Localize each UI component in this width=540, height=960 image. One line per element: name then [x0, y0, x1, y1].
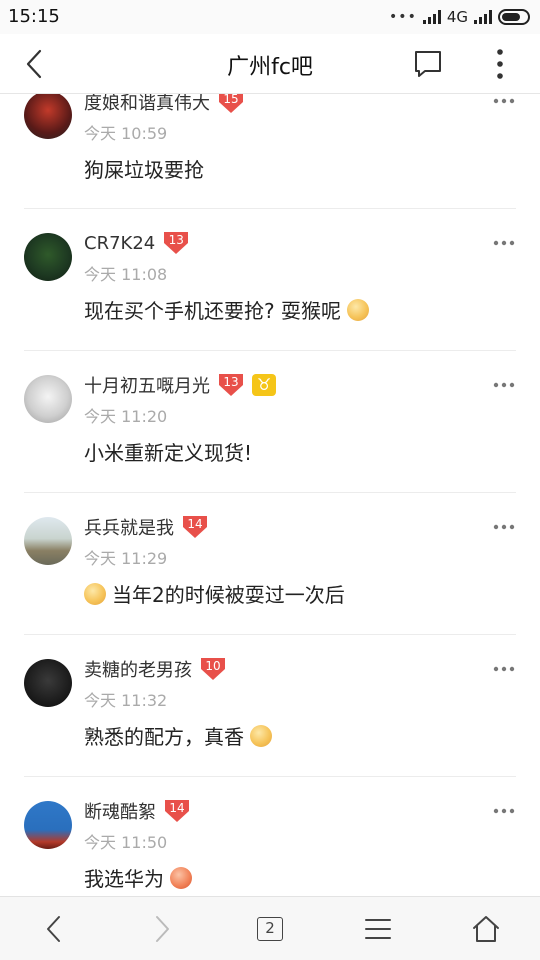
level-badge: 13	[218, 373, 244, 397]
username[interactable]: 度娘和谐真伟大	[84, 94, 210, 115]
vertical-dots-icon	[497, 49, 503, 79]
post-time: 今天 11:20	[84, 407, 168, 426]
nav-back-button[interactable]	[0, 897, 108, 960]
page-title: 广州fc吧	[227, 55, 313, 80]
app-header: 广州fc吧	[0, 34, 540, 94]
avatar[interactable]	[24, 233, 72, 281]
reply-item: 断魂酷絮 14 今天 11:50 我选华为	[0, 777, 540, 896]
reply-text[interactable]: 我选华为	[84, 863, 192, 892]
tabs-count: 2	[257, 916, 283, 941]
username[interactable]: CR7K24	[84, 233, 155, 254]
avatar[interactable]	[24, 659, 72, 707]
chevron-left-icon	[47, 915, 60, 942]
notification-dots-icon: •••	[389, 9, 417, 25]
nav-forward-button[interactable]	[108, 897, 216, 960]
level-badge: 13	[163, 231, 189, 255]
user-row: 卖糖的老男孩 10	[84, 656, 226, 682]
username[interactable]: 十月初五嘅月光	[84, 372, 210, 398]
reply-more-icon[interactable]	[492, 664, 516, 674]
chevron-right-icon	[156, 915, 169, 942]
reply-text[interactable]: 熟悉的配方，真香	[84, 721, 272, 750]
nav-tabs-button[interactable]: 2	[216, 897, 324, 960]
reply-more-icon[interactable]	[492, 96, 516, 106]
chat-bubble-icon	[415, 51, 441, 77]
reply-text[interactable]: 狗屎垃圾要抢	[84, 154, 204, 183]
reply-more-icon[interactable]	[492, 806, 516, 816]
username[interactable]: 卖糖的老男孩	[84, 656, 192, 682]
status-icons: ••• 4G	[389, 8, 530, 26]
user-row: CR7K24 13	[84, 230, 189, 256]
reply-text[interactable]: 当年2的时候被耍过一次后	[84, 579, 345, 608]
level-badge: 14	[164, 799, 190, 823]
battery-icon	[498, 9, 530, 25]
taurus-zodiac-icon: ♉	[252, 374, 276, 396]
username[interactable]: 兵兵就是我	[84, 514, 174, 540]
hamburger-menu-icon	[365, 918, 391, 939]
reply-item: 十月初五嘅月光 13 ♉ 今天 11:20 小米重新定义现货!	[0, 351, 540, 493]
reply-item: 度娘和谐真伟大 15 今天 10:59 狗屎垃圾要抢	[0, 94, 540, 209]
message-button[interactable]	[410, 48, 446, 80]
network-type: 4G	[446, 8, 468, 26]
avatar[interactable]	[24, 517, 72, 565]
nav-home-button[interactable]	[432, 897, 540, 960]
reply-more-icon[interactable]	[492, 238, 516, 248]
nav-menu-button[interactable]	[324, 897, 432, 960]
reply-feed[interactable]: 度娘和谐真伟大 15 今天 10:59 狗屎垃圾要抢 CR7K24 13 今天 …	[0, 94, 540, 896]
avatar[interactable]	[24, 375, 72, 423]
username[interactable]: 断魂酷絮	[84, 798, 156, 824]
level-badge: 15	[218, 94, 244, 114]
smile-emoji-icon	[250, 724, 272, 747]
post-time: 今天 11:08	[84, 265, 168, 284]
signal-icon-2	[474, 10, 492, 24]
reply-item: 卖糖的老男孩 10 今天 11:32 熟悉的配方，真香	[0, 635, 540, 777]
avatar[interactable]	[24, 801, 72, 849]
reply-text[interactable]: 小米重新定义现货!	[84, 437, 252, 466]
reply-more-icon[interactable]	[492, 380, 516, 390]
user-row: 十月初五嘅月光 13 ♉	[84, 372, 276, 398]
smile-emoji-icon	[346, 298, 369, 321]
user-row: 度娘和谐真伟大 15	[84, 94, 244, 115]
more-menu-button[interactable]	[486, 46, 514, 82]
post-time: 今天 11:29	[84, 549, 168, 568]
avatar[interactable]	[24, 94, 72, 139]
reply-text[interactable]: 现在买个手机还要抢? 耍猴呢	[84, 295, 369, 324]
level-badge: 10	[200, 657, 226, 681]
reply-item: 兵兵就是我 14 今天 11:29 当年2的时候被耍过一次后	[0, 493, 540, 635]
reply-more-icon[interactable]	[492, 522, 516, 532]
smile-emoji-icon	[84, 582, 106, 605]
home-icon	[473, 915, 499, 942]
reply-item: CR7K24 13 今天 11:08 现在买个手机还要抢? 耍猴呢	[0, 209, 540, 351]
signal-icon	[422, 10, 441, 24]
post-time: 今天 10:59	[84, 124, 168, 143]
post-time: 今天 11:32	[84, 691, 168, 710]
post-time: 今天 11:50	[84, 833, 168, 852]
user-row: 兵兵就是我 14	[84, 514, 208, 540]
user-row: 断魂酷絮 14	[84, 798, 190, 824]
status-bar: 15:15 ••• 4G	[0, 0, 540, 34]
status-time: 15:15	[8, 6, 60, 27]
level-badge: 14	[182, 515, 208, 539]
bottom-nav-bar: 2	[0, 896, 540, 960]
angry-emoji-icon	[170, 866, 192, 889]
